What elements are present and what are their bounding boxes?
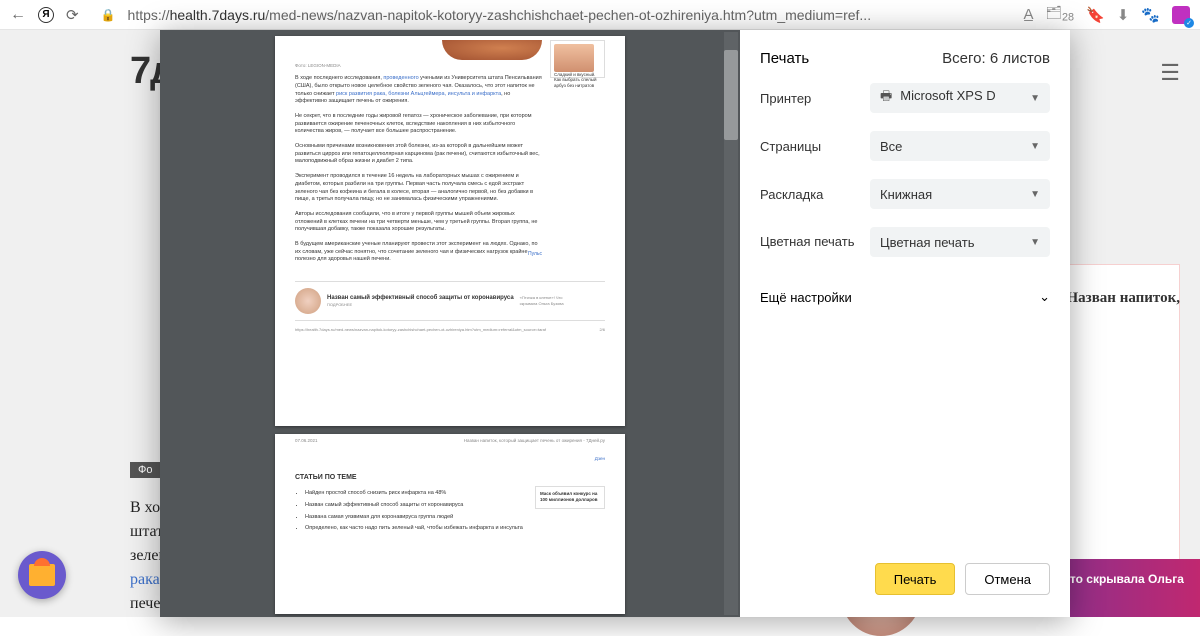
preview-hero-image xyxy=(442,40,542,60)
reader-mode-icon[interactable]: A̲ xyxy=(1023,6,1033,23)
printer-icon: 🖶 xyxy=(880,88,892,103)
more-settings-toggle[interactable]: Ещё настройки ⌄ xyxy=(760,275,1050,319)
printer-label: Принтер xyxy=(760,91,870,106)
reload-button[interactable]: ⟳ xyxy=(66,6,79,24)
gift-button[interactable] xyxy=(18,551,66,599)
color-select[interactable]: Цветная печать▼ xyxy=(870,227,1050,257)
url-path: /med-news/nazvan-napitok-kotoryy-zashchi… xyxy=(265,7,871,23)
chevron-down-icon: ▼ xyxy=(1030,141,1040,152)
pulse-link: Пульс xyxy=(528,251,542,258)
preview-promo-row: Назван самый эффективный способ защиты о… xyxy=(295,281,605,321)
sidebar-card-title: Назван напиток, xyxy=(1067,290,1180,307)
pages-select[interactable]: Все▼ xyxy=(870,131,1050,161)
preview-promo-thumb xyxy=(295,288,321,314)
back-button[interactable]: ← xyxy=(10,6,26,24)
extension-animal-icon[interactable]: 🐾 xyxy=(1141,6,1160,24)
print-preview-pane[interactable]: Фото: LEGION-MEDIA В ходе последнего исс… xyxy=(160,30,740,617)
chevron-down-icon: ▼ xyxy=(1030,237,1040,248)
print-total-sheets: Всего: 6 листов xyxy=(942,50,1050,67)
preview-scrollbar-thumb[interactable] xyxy=(724,50,738,140)
layout-label: Раскладка xyxy=(760,187,870,202)
chevron-down-icon: ▼ xyxy=(1030,189,1040,200)
extension-badge-icon[interactable]: ✓ xyxy=(1172,6,1190,24)
chevron-down-icon: ▼ xyxy=(1030,93,1040,104)
photo-caption: Фо xyxy=(130,462,160,478)
downloads-icon[interactable]: ⬇ xyxy=(1117,6,1130,24)
lock-icon[interactable]: 🔒 xyxy=(101,8,116,22)
print-dialog-title: Печать xyxy=(760,50,809,67)
url-scheme: https:// xyxy=(128,7,170,23)
print-button[interactable]: Печать xyxy=(875,563,956,595)
browser-toolbar: ← Я ⟳ 🔒 https://health.7days.ru/med-news… xyxy=(0,0,1200,30)
cancel-button[interactable]: Отмена xyxy=(965,563,1050,595)
color-label: Цветная печать xyxy=(760,234,870,251)
address-bar[interactable]: https://health.7days.ru/med-news/nazvan-… xyxy=(128,7,1012,23)
yandex-logo-icon[interactable]: Я xyxy=(38,7,54,23)
layout-select[interactable]: Книжная▼ xyxy=(870,179,1050,209)
tab-counter[interactable]: 🗂28 xyxy=(1045,5,1074,24)
pages-label: Страницы xyxy=(760,139,870,154)
preview-page-1: Фото: LEGION-MEDIA В ходе последнего исс… xyxy=(275,36,625,426)
print-dialog: Фото: LEGION-MEDIA В ходе последнего исс… xyxy=(160,30,1070,617)
preview-page-2: 07.06.2021 Назван напиток, который защищ… xyxy=(275,434,625,614)
gift-icon xyxy=(29,564,55,586)
preview-page2-side: Маск объявил конкурс на 100 миллионов до… xyxy=(535,486,605,509)
url-host: health.7days.ru xyxy=(170,7,266,23)
printer-select[interactable]: 🖶Microsoft XPS D ▼ xyxy=(870,83,1050,113)
bookmark-icon[interactable]: 🔖 xyxy=(1086,6,1105,24)
chevron-down-icon: ⌄ xyxy=(1039,289,1050,305)
menu-icon[interactable]: ☰ xyxy=(1160,60,1180,86)
preview-side-box: Сладкий и вкусный. Как выбрать спелый ар… xyxy=(550,40,605,78)
print-settings-pane: Печать Всего: 6 листов Принтер 🖶Microsof… xyxy=(740,30,1070,617)
